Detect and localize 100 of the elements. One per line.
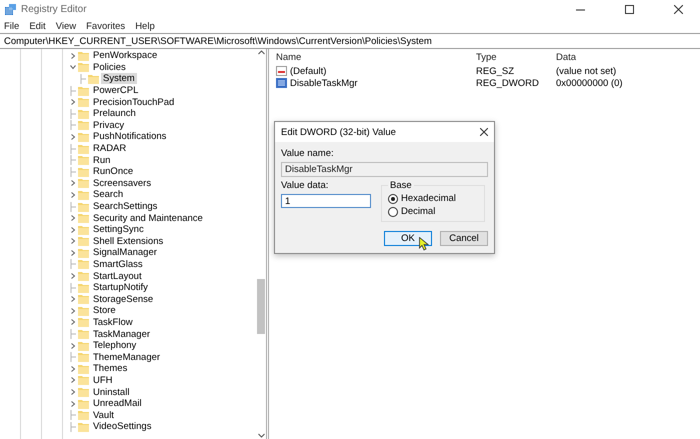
column-header[interactable]: Name (273, 49, 473, 65)
tree-item[interactable]: ThemeManager (91, 352, 162, 363)
folder-icon (78, 144, 89, 154)
tree-item[interactable]: SmartGlass (91, 258, 145, 270)
folder-icon (78, 398, 89, 409)
tree-item[interactable]: SettingSync (91, 224, 146, 236)
scroll-down-icon[interactable] (258, 431, 264, 439)
tree-item[interactable]: Search (91, 189, 126, 200)
field-label: Value data: (281, 180, 330, 191)
tree-item[interactable]: Uninstall (91, 386, 132, 398)
tree-item[interactable]: PrecisionTouchPad (91, 96, 176, 108)
folder-icon (78, 340, 89, 351)
tree-item[interactable]: VideoSettings (91, 421, 154, 432)
folder-icon (78, 108, 89, 119)
registry-app-icon (5, 4, 16, 15)
scroll-up-icon[interactable] (258, 49, 264, 57)
folder-icon (78, 166, 89, 177)
folder-icon (78, 50, 89, 61)
folder-icon (78, 364, 89, 374)
menu-item[interactable]: View (56, 20, 76, 32)
value-type: REG_SZ (475, 65, 516, 77)
tree-item[interactable]: TaskFlow (91, 316, 135, 328)
folder-icon (78, 236, 89, 246)
address-bar[interactable]: Computer\HKEY_CURRENT_USER\SOFTWARE\Microsoft\Windows\CurrentVersion\Policies\System (0, 33, 700, 49)
tree-item[interactable]: PushNotifications (91, 131, 168, 142)
tree-item[interactable]: SearchSettings (91, 201, 160, 212)
value-data: 0x00000000 (0) (555, 77, 624, 89)
tree-item[interactable]: TaskManager (91, 328, 152, 340)
dialog-title: Edit DWORD (32-bit) Value (281, 126, 396, 138)
folder-icon (78, 259, 89, 270)
tree-item[interactable]: Security and Maintenance (91, 212, 205, 224)
radio-label[interactable]: Decimal (401, 206, 436, 217)
tree-item[interactable]: SignalManager (91, 247, 159, 258)
tree-item[interactable]: StartLayout (91, 270, 144, 282)
folder-icon (78, 271, 89, 282)
folder-icon (78, 317, 89, 328)
tree-item[interactable]: PowerCPL (91, 85, 140, 96)
tree-item[interactable]: StorageSense (91, 294, 156, 305)
tree-item[interactable]: Screensavers (91, 178, 154, 189)
folder-icon (78, 329, 89, 340)
value-data: (value not set) (555, 65, 618, 77)
folder-icon (78, 62, 89, 72)
folder-icon (78, 352, 89, 362)
tree-item[interactable]: Themes (91, 363, 130, 374)
tree-item[interactable]: Policies (91, 62, 128, 73)
tree-item[interactable]: Run (91, 154, 112, 166)
folder-icon (78, 282, 89, 293)
menu-item[interactable]: Help (135, 20, 155, 32)
tree-item[interactable]: System (101, 73, 137, 84)
tree-item[interactable]: Shell Extensions (91, 236, 166, 247)
tree-item[interactable]: UnreadMail (91, 398, 144, 410)
folder-icon (78, 213, 89, 224)
folder-icon (78, 387, 89, 398)
value-name-field[interactable]: DisableTaskMgr (281, 162, 488, 177)
maximize-icon[interactable] (624, 5, 634, 14)
value-name: DisableTaskMgr (290, 78, 358, 88)
folder-icon (78, 248, 89, 258)
folder-icon (78, 86, 89, 96)
folder-icon (78, 224, 89, 235)
tree-item[interactable]: StartupNotify (91, 282, 150, 294)
close-icon[interactable] (480, 128, 488, 136)
group-label: Base (389, 180, 413, 191)
mouse-pointer-icon (419, 237, 429, 251)
menu-item[interactable]: Favorites (86, 20, 126, 32)
column-header[interactable]: Data (553, 49, 700, 65)
menu-item[interactable]: File (4, 20, 20, 32)
tree-item[interactable]: UFH (91, 374, 115, 386)
folder-icon (78, 178, 89, 188)
folder-icon (78, 422, 89, 432)
window-title: Registry Editor (21, 4, 88, 15)
tree-item[interactable]: Prelaunch (91, 108, 138, 120)
value-type: REG_DWORD (475, 77, 540, 89)
tree-item[interactable]: Privacy (91, 120, 126, 131)
scrollbar-thumb[interactable] (257, 279, 265, 334)
tree-item[interactable]: Store (91, 305, 118, 316)
column-header[interactable]: Type (473, 49, 553, 65)
tree-item[interactable]: Telephony (91, 340, 138, 352)
field-label: Value name: (281, 148, 335, 159)
binary-value-icon (276, 78, 287, 88)
folder-icon (78, 132, 89, 142)
folder-icon (78, 155, 89, 166)
tree-item[interactable]: RunOnce (91, 166, 136, 178)
folder-icon (78, 120, 89, 130)
close-icon[interactable] (674, 5, 682, 14)
folder-icon (78, 294, 89, 304)
tree-item[interactable]: RADAR (91, 143, 128, 154)
radio-button[interactable] (388, 206, 398, 216)
tree-item[interactable]: PenWorkspace (91, 50, 160, 62)
string-value-icon (276, 66, 287, 76)
folder-icon (78, 375, 89, 386)
radio-button[interactable] (388, 194, 398, 204)
folder-icon (78, 97, 89, 108)
value-data-field[interactable]: 1 (281, 194, 371, 208)
tree-item[interactable]: Vault (91, 410, 116, 421)
folder-icon (78, 410, 89, 420)
menu-item[interactable]: Edit (29, 20, 46, 32)
folder-icon (88, 74, 99, 84)
dialog-button[interactable]: Cancel (440, 231, 488, 246)
radio-label[interactable]: Hexadecimal (401, 193, 456, 204)
value-name: (Default) (290, 66, 326, 76)
